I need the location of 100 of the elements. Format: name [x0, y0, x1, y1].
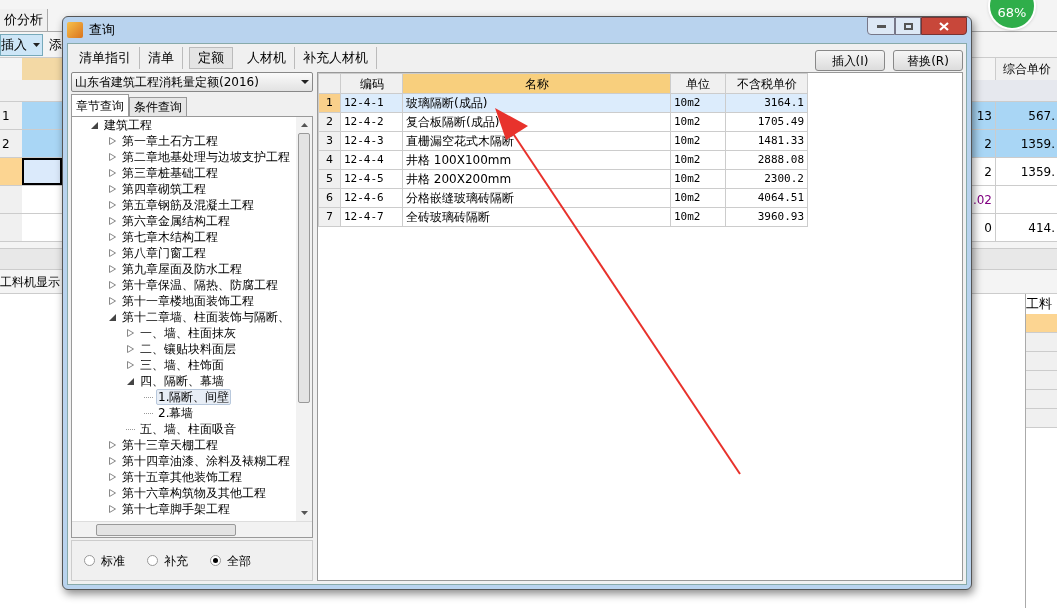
tab[interactable]: 补充人材机 — [295, 47, 377, 69]
table-cell: 1705.49 — [725, 112, 808, 132]
tree-item[interactable]: 第十章保温、隔热、防腐工程 — [120, 277, 280, 293]
table-cell — [1026, 314, 1057, 333]
table-cell — [1026, 352, 1057, 371]
table-row[interactable]: 2 — [0, 130, 62, 158]
scroll-down-icon[interactable] — [300, 511, 308, 515]
expanded-arrow-icon[interactable] — [127, 377, 134, 385]
table-cell: 12-4-6 — [340, 188, 403, 208]
tree-item[interactable]: 四、隔断、幕墙 — [138, 373, 226, 389]
table-cell: 12-4-2 — [340, 112, 403, 132]
horizontal-scrollbar[interactable] — [72, 521, 312, 537]
tree-item[interactable]: 第一章土石方工程 — [120, 133, 220, 149]
dialog-button[interactable]: 插入(I) — [815, 50, 885, 71]
radio-icon[interactable] — [84, 555, 95, 566]
tab[interactable]: 人材机 — [239, 47, 295, 69]
table-cell: 12-4-7 — [340, 207, 403, 227]
table-cell: 2300.2 — [725, 169, 808, 189]
collapsed-arrow-icon[interactable] — [127, 361, 134, 369]
column-header[interactable]: 不含税单价 — [725, 73, 808, 94]
tab[interactable]: 章节查询 — [71, 94, 129, 116]
scroll-up-icon[interactable] — [300, 123, 308, 127]
radio-icon[interactable] — [210, 555, 221, 566]
tab[interactable]: 条件查询 — [129, 97, 187, 116]
column-header: 综合单价 — [995, 58, 1057, 80]
tree-item[interactable]: 第八章门窗工程 — [120, 245, 208, 261]
collapsed-arrow-icon[interactable] — [109, 489, 116, 497]
table-cell: 10m2 — [670, 112, 726, 132]
radio-icon[interactable] — [147, 555, 158, 566]
table-cell: 10m2 — [670, 131, 726, 151]
collapsed-arrow-icon[interactable] — [127, 345, 134, 353]
expanded-arrow-icon[interactable] — [109, 313, 116, 321]
table-cell: 414. — [995, 214, 1057, 241]
table-cell-text: 13 — [975, 107, 993, 125]
collapsed-arrow-icon[interactable] — [109, 201, 116, 209]
tree-item[interactable]: 建筑工程 — [102, 117, 154, 133]
column-header[interactable]: 单位 — [670, 73, 726, 94]
row-number: 1 — [0, 102, 22, 129]
table-cell: 12-4-3 — [340, 131, 403, 151]
maximize-button[interactable] — [895, 17, 921, 35]
column-header[interactable]: 名称 — [402, 73, 671, 94]
table-cell: 12-4-4 — [340, 150, 403, 170]
tree-item[interactable]: 第五章钢筋及混凝土工程 — [120, 197, 256, 213]
collapsed-arrow-icon[interactable] — [109, 281, 116, 289]
tree-item[interactable]: 第十七章脚手架工程 — [120, 501, 232, 517]
tree-item[interactable]: 第十四章油漆、涂料及裱糊工程 — [120, 453, 292, 469]
app-icon — [67, 22, 83, 38]
table-cell: 3164.1 — [725, 93, 808, 113]
tree-item[interactable]: 二、镶贴块料面层 — [138, 341, 238, 357]
collapsed-arrow-icon[interactable] — [127, 329, 134, 337]
tree-item[interactable]: 第三章桩基础工程 — [120, 165, 220, 181]
radio-option[interactable]: 标准 — [84, 551, 125, 570]
table-row[interactable]: 1 — [0, 102, 62, 130]
dialog-button[interactable]: 替换(R) — [893, 50, 963, 71]
collapsed-arrow-icon[interactable] — [109, 457, 116, 465]
table-cell: 1359. — [995, 130, 1057, 157]
collapsed-arrow-icon[interactable] — [109, 249, 116, 257]
collapsed-arrow-icon[interactable] — [109, 185, 116, 193]
tree-item[interactable]: 1.隔断、间壁 — [156, 389, 232, 405]
collapsed-arrow-icon[interactable] — [109, 297, 116, 305]
tree-item[interactable]: 第十五章其他装饰工程 — [120, 469, 244, 485]
tree-item[interactable]: 第十六章构筑物及其他工程 — [120, 485, 268, 501]
tree-item[interactable]: 五、墙、柱面吸音 — [138, 421, 238, 437]
tree-item[interactable]: 三、墙、柱饰面 — [138, 357, 226, 373]
close-button[interactable] — [921, 17, 967, 35]
column-header[interactable]: 编码 — [340, 73, 403, 94]
collapsed-arrow-icon[interactable] — [109, 473, 116, 481]
tree-item[interactable]: 第七章木结构工程 — [120, 229, 220, 245]
table-row[interactable] — [0, 158, 62, 186]
tab[interactable]: 清单指引 — [71, 47, 140, 69]
tab[interactable]: 价分析 — [0, 9, 48, 31]
tab[interactable]: 清单 — [140, 47, 183, 69]
collapsed-arrow-icon[interactable] — [109, 217, 116, 225]
vertical-scrollbar[interactable] — [296, 117, 312, 521]
collapsed-arrow-icon[interactable] — [109, 137, 116, 145]
library-dropdown[interactable]: 山东省建筑工程消耗量定额(2016) — [71, 72, 313, 92]
collapsed-arrow-icon[interactable] — [109, 169, 116, 177]
expanded-arrow-icon[interactable] — [91, 121, 98, 129]
tree-item[interactable]: 第十三章天棚工程 — [120, 437, 220, 453]
tree-item[interactable]: 第九章屋面及防水工程 — [120, 261, 244, 277]
tree-item[interactable]: 一、墙、柱面抹灰 — [138, 325, 238, 341]
tree-item[interactable]: 第四章砌筑工程 — [120, 181, 208, 197]
tree-item[interactable]: 第十二章墙、柱面装饰与隔断、 — [120, 309, 292, 325]
tree-item[interactable]: 第六章金属结构工程 — [120, 213, 232, 229]
tree-item[interactable]: 第十一章楼地面装饰工程 — [120, 293, 256, 309]
radio-option[interactable]: 补充 — [147, 551, 188, 570]
tree-item[interactable]: 第二章地基处理与边坡支护工程 — [120, 149, 292, 165]
selected-cell[interactable] — [22, 158, 62, 185]
insert-button[interactable]: 插入 — [0, 33, 43, 56]
tab[interactable]: 定额 — [189, 47, 233, 69]
collapsed-arrow-icon[interactable] — [109, 505, 116, 513]
minimize-button[interactable] — [867, 17, 895, 35]
add-button[interactable]: 添 — [49, 34, 62, 55]
collapsed-arrow-icon[interactable] — [109, 441, 116, 449]
collapsed-arrow-icon[interactable] — [109, 265, 116, 273]
collapsed-arrow-icon[interactable] — [109, 233, 116, 241]
maximize-icon — [903, 22, 913, 30]
radio-option[interactable]: 全部 — [210, 551, 251, 570]
collapsed-arrow-icon[interactable] — [109, 153, 116, 161]
tree-item[interactable]: 2.幕墙 — [156, 405, 196, 421]
